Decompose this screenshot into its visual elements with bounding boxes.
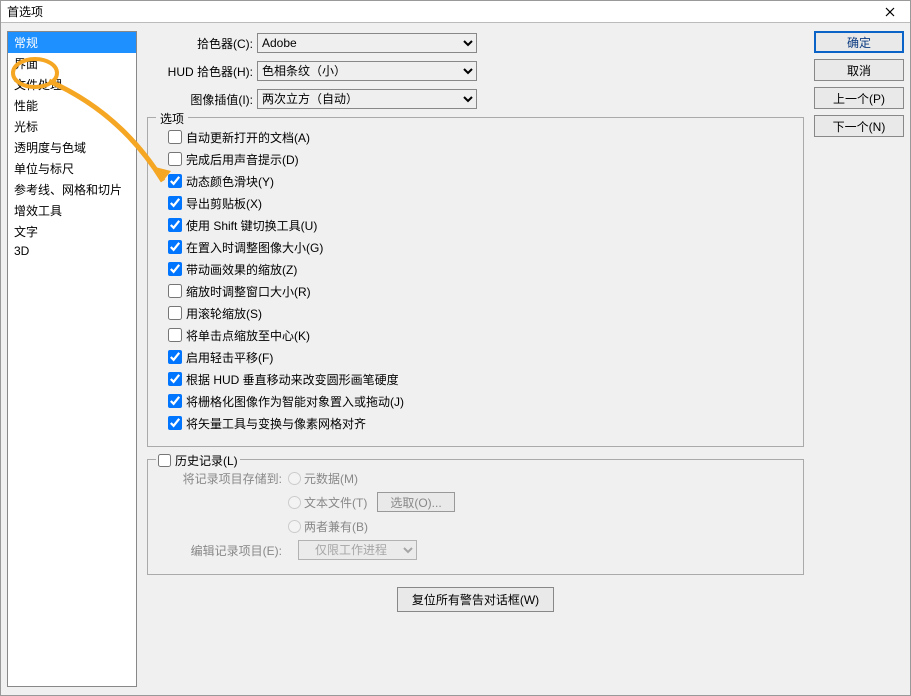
history-text-label: 文本文件(T): [304, 494, 367, 511]
option-label-2: 动态颜色滑块(Y): [186, 173, 274, 190]
close-icon: [885, 7, 895, 17]
options-legend: 选项: [156, 110, 188, 127]
option-label-6: 带动画效果的缩放(Z): [186, 261, 297, 278]
option-checkbox-12[interactable]: [168, 394, 182, 408]
history-checkbox[interactable]: [158, 454, 171, 467]
option-checkbox-5[interactable]: [168, 240, 182, 254]
history-meta-label: 元数据(M): [304, 470, 358, 487]
options-fieldset: 选项 自动更新打开的文档(A)完成后用声音提示(D)动态颜色滑块(Y)导出剪贴板…: [147, 117, 804, 447]
option-label-7: 缩放时调整窗口大小(R): [186, 283, 311, 300]
history-edit-label: 编辑记录项目(E):: [158, 542, 288, 559]
sidebar-item-6[interactable]: 单位与标尺: [8, 158, 136, 179]
sidebar-item-5[interactable]: 透明度与色域: [8, 137, 136, 158]
ok-button[interactable]: 确定: [814, 31, 904, 53]
option-checkbox-0[interactable]: [168, 130, 182, 144]
hud-picker-select[interactable]: 色相条纹（小）: [257, 61, 477, 81]
option-label-13: 将矢量工具与变换与像素网格对齐: [186, 415, 366, 432]
option-label-12: 将栅格化图像作为智能对象置入或拖动(J): [186, 393, 404, 410]
reset-warnings-button[interactable]: 复位所有警告对话框(W): [397, 587, 554, 612]
option-label-0: 自动更新打开的文档(A): [186, 129, 310, 146]
history-choose-button[interactable]: 选取(O)...: [377, 492, 454, 512]
option-checkbox-1[interactable]: [168, 152, 182, 166]
option-label-3: 导出剪贴板(X): [186, 195, 262, 212]
option-label-8: 用滚轮缩放(S): [186, 305, 262, 322]
history-meta-radio[interactable]: [288, 472, 301, 485]
window-title: 首选项: [7, 3, 43, 20]
sidebar-item-4[interactable]: 光标: [8, 116, 136, 137]
option-label-11: 根据 HUD 垂直移动来改变圆形画笔硬度: [186, 371, 399, 388]
picker-select[interactable]: Adobe: [257, 33, 477, 53]
option-label-5: 在置入时调整图像大小(G): [186, 239, 323, 256]
history-legend: 历史记录(L): [175, 452, 238, 469]
sidebar-item-2[interactable]: 文件处理: [8, 74, 136, 95]
option-label-9: 将单击点缩放至中心(K): [186, 327, 310, 344]
prev-button[interactable]: 上一个(P): [814, 87, 904, 109]
next-button[interactable]: 下一个(N): [814, 115, 904, 137]
hud-picker-label: HUD 拾色器(H):: [147, 63, 257, 80]
cancel-button[interactable]: 取消: [814, 59, 904, 81]
option-label-4: 使用 Shift 键切换工具(U): [186, 217, 317, 234]
history-both-label: 两者兼有(B): [304, 518, 368, 535]
option-label-1: 完成后用声音提示(D): [186, 151, 299, 168]
option-checkbox-6[interactable]: [168, 262, 182, 276]
sidebar-item-0[interactable]: 常规: [8, 32, 136, 53]
history-text-radio[interactable]: [288, 496, 301, 509]
option-label-10: 启用轻击平移(F): [186, 349, 273, 366]
category-sidebar: 常规界面文件处理性能光标透明度与色域单位与标尺参考线、网格和切片增效工具文字3D: [7, 31, 137, 687]
option-checkbox-7[interactable]: [168, 284, 182, 298]
interp-select[interactable]: 两次立方（自动）: [257, 89, 477, 109]
sidebar-item-3[interactable]: 性能: [8, 95, 136, 116]
sidebar-item-9[interactable]: 文字: [8, 221, 136, 242]
option-checkbox-13[interactable]: [168, 416, 182, 430]
option-checkbox-8[interactable]: [168, 306, 182, 320]
history-edit-select[interactable]: 仅限工作进程: [298, 540, 417, 560]
interp-label: 图像插值(I):: [147, 91, 257, 108]
option-checkbox-11[interactable]: [168, 372, 182, 386]
history-both-radio[interactable]: [288, 520, 301, 533]
option-checkbox-10[interactable]: [168, 350, 182, 364]
picker-label: 拾色器(C):: [147, 35, 257, 52]
sidebar-item-10[interactable]: 3D: [8, 242, 136, 260]
option-checkbox-9[interactable]: [168, 328, 182, 342]
sidebar-item-8[interactable]: 增效工具: [8, 200, 136, 221]
sidebar-item-7[interactable]: 参考线、网格和切片: [8, 179, 136, 200]
history-save-label: 将记录项目存储到:: [158, 470, 288, 487]
option-checkbox-3[interactable]: [168, 196, 182, 210]
option-checkbox-4[interactable]: [168, 218, 182, 232]
history-fieldset: 历史记录(L) 将记录项目存储到: 元数据(M) 文本文件(T) 选取(O)..…: [147, 459, 804, 575]
option-checkbox-2[interactable]: [168, 174, 182, 188]
sidebar-item-1[interactable]: 界面: [8, 53, 136, 74]
close-button[interactable]: [870, 1, 910, 23]
